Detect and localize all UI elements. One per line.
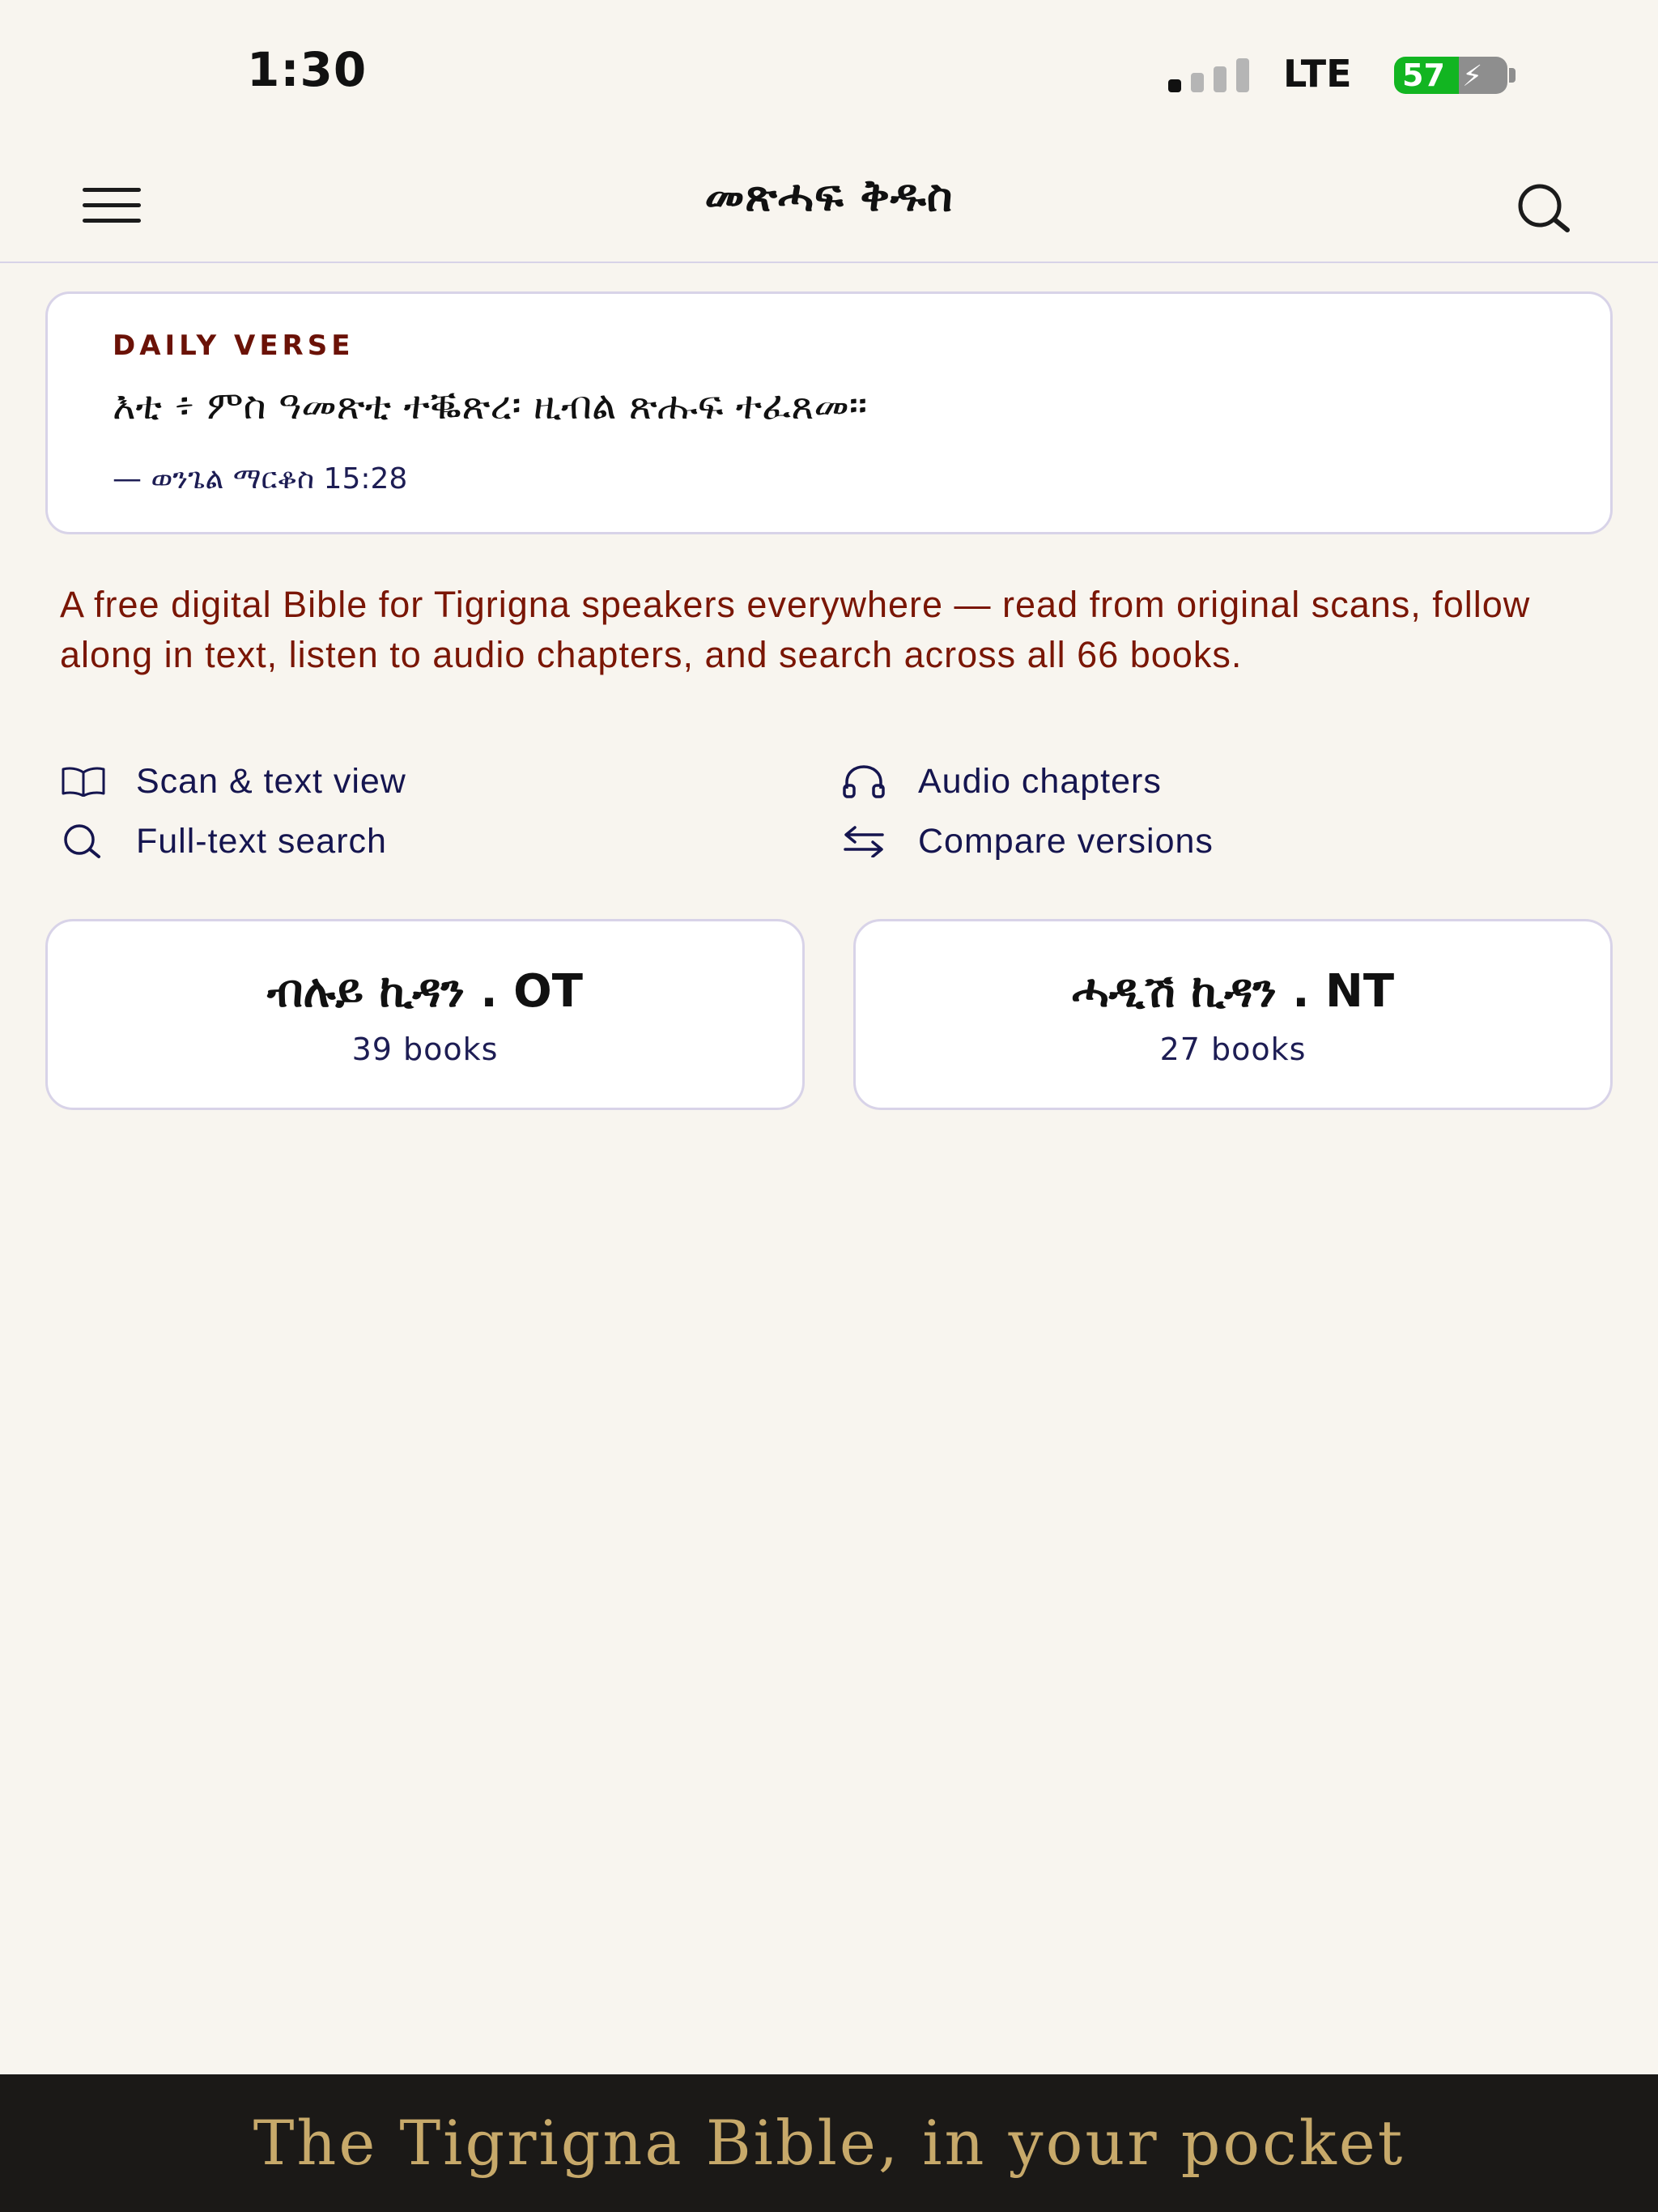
old-testament-button[interactable]: ብሉይ ኪዳን . OT 39 books — [45, 919, 805, 1110]
search-icon[interactable] — [1512, 181, 1574, 233]
testament-title: ሓዲሽ ኪዳን . NT — [1071, 965, 1395, 1018]
headphones-icon — [842, 757, 892, 806]
page-title: መጽሓፍ ቅዱስ — [704, 170, 954, 221]
status-bar: 1:30 LTE 57 ⚡ — [0, 0, 1658, 146]
battery-indicator: 57 — [1394, 57, 1507, 94]
feature-item-compare: Compare versions — [842, 817, 1214, 866]
testament-title: ብሉይ ኪዳን . OT — [267, 965, 583, 1018]
status-time: 1:30 — [247, 42, 368, 97]
testament-book-count: 39 books — [351, 1032, 499, 1067]
battery-tip — [1509, 68, 1516, 83]
feature-item-search: Full-text search — [60, 817, 387, 866]
app-header: መጽሓፍ ቅዱስ — [0, 146, 1658, 263]
feature-item-scan-text: Scan & text view — [60, 757, 406, 806]
swap-arrows-icon — [842, 817, 892, 866]
testament-book-count: 27 books — [1159, 1032, 1307, 1067]
feature-list: Scan & text view Audio chapters Full-tex… — [60, 757, 1614, 878]
search-icon — [60, 817, 110, 866]
network-type: LTE — [1283, 52, 1352, 96]
intro-description: A free digital Bible for Tigrigna speake… — [60, 584, 1531, 675]
signal-strength-icon — [1168, 58, 1249, 92]
new-testament-button[interactable]: ሓዲሽ ኪዳን . NT 27 books — [853, 919, 1613, 1110]
book-icon — [60, 757, 110, 806]
promo-tagline: The Tigrigna Bible, in your pocket — [253, 2107, 1405, 2179]
daily-verse-reference: — ወንጌል ማርቆስ 15:28 — [113, 462, 408, 496]
daily-verse-card[interactable]: DAILY VERSE እቲ ፥ ምስ ዓመጽቲ ተቘጽረ፡ ዚብል ጽሑፍ ተ… — [45, 291, 1613, 534]
feature-label: Scan & text view — [136, 761, 406, 801]
feature-label: Compare versions — [918, 821, 1214, 861]
promo-banner: The Tigrigna Bible, in your pocket — [0, 2074, 1658, 2212]
battery-level: 57 — [1402, 57, 1445, 93]
feature-item-audio: Audio chapters — [842, 757, 1162, 806]
feature-label: Audio chapters — [918, 761, 1162, 801]
daily-verse-text: እቲ ፥ ምስ ዓመጽቲ ተቘጽረ፡ ዚብል ጽሑፍ ተፈጸመ። — [113, 383, 868, 428]
feature-label: Full-text search — [136, 821, 387, 861]
charging-icon: ⚡ — [1462, 60, 1483, 93]
daily-verse-label: DAILY VERSE — [113, 330, 355, 362]
